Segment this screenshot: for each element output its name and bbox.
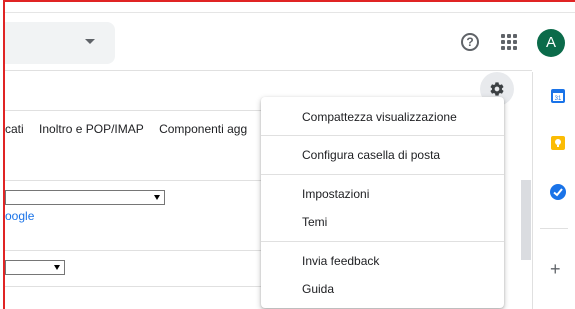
scrollbar[interactable] [521,180,531,260]
menu-divider [261,174,504,175]
menu-divider [261,241,504,242]
menu-item-feedback[interactable]: Invia feedback [302,254,379,268]
option-select[interactable] [5,260,65,275]
side-panel-divider [532,72,533,309]
tab-forwarding-pop-imap[interactable]: Inoltro e POP/IMAP [39,122,144,136]
menu-item-settings[interactable]: Impostazioni [302,187,369,201]
google-link[interactable]: oogle [5,209,34,223]
menu-divider [261,135,504,136]
top-divider [5,12,575,13]
tasks-icon[interactable] [550,184,566,200]
calendar-icon[interactable]: 31 [551,89,565,103]
keep-icon[interactable] [551,136,565,150]
section-divider-2 [5,250,261,251]
menu-item-themes[interactable]: Temi [302,215,327,229]
settings-menu: Compattezza visualizzazione Configura ca… [261,97,504,308]
side-panel-separator [540,228,568,229]
search-bar[interactable] [5,22,115,64]
gear-icon [490,82,504,96]
menu-item-configure-inbox[interactable]: Configura casella di posta [302,148,440,162]
header-divider [5,70,532,71]
help-icon[interactable]: ? [461,33,479,51]
section-divider-3 [5,286,261,287]
menu-item-density[interactable]: Compattezza visualizzazione [302,110,457,124]
settings-tabs: cati Inoltro e POP/IMAP Componenti agg [5,122,259,136]
svg-text:31: 31 [555,96,562,102]
search-options-icon[interactable] [85,39,95,44]
select-arrow-icon [154,195,160,200]
toolbar-divider [5,110,261,111]
language-select[interactable] [5,190,165,205]
section-divider-1 [5,180,261,181]
menu-item-help[interactable]: Guida [302,282,334,296]
add-addon-button[interactable]: + [550,259,561,280]
tab-filters[interactable]: cati [5,122,24,136]
apps-grid-icon[interactable] [501,34,517,50]
select-arrow-icon [54,265,60,270]
tab-addons[interactable]: Componenti agg [159,122,247,136]
avatar[interactable]: A [537,29,565,57]
